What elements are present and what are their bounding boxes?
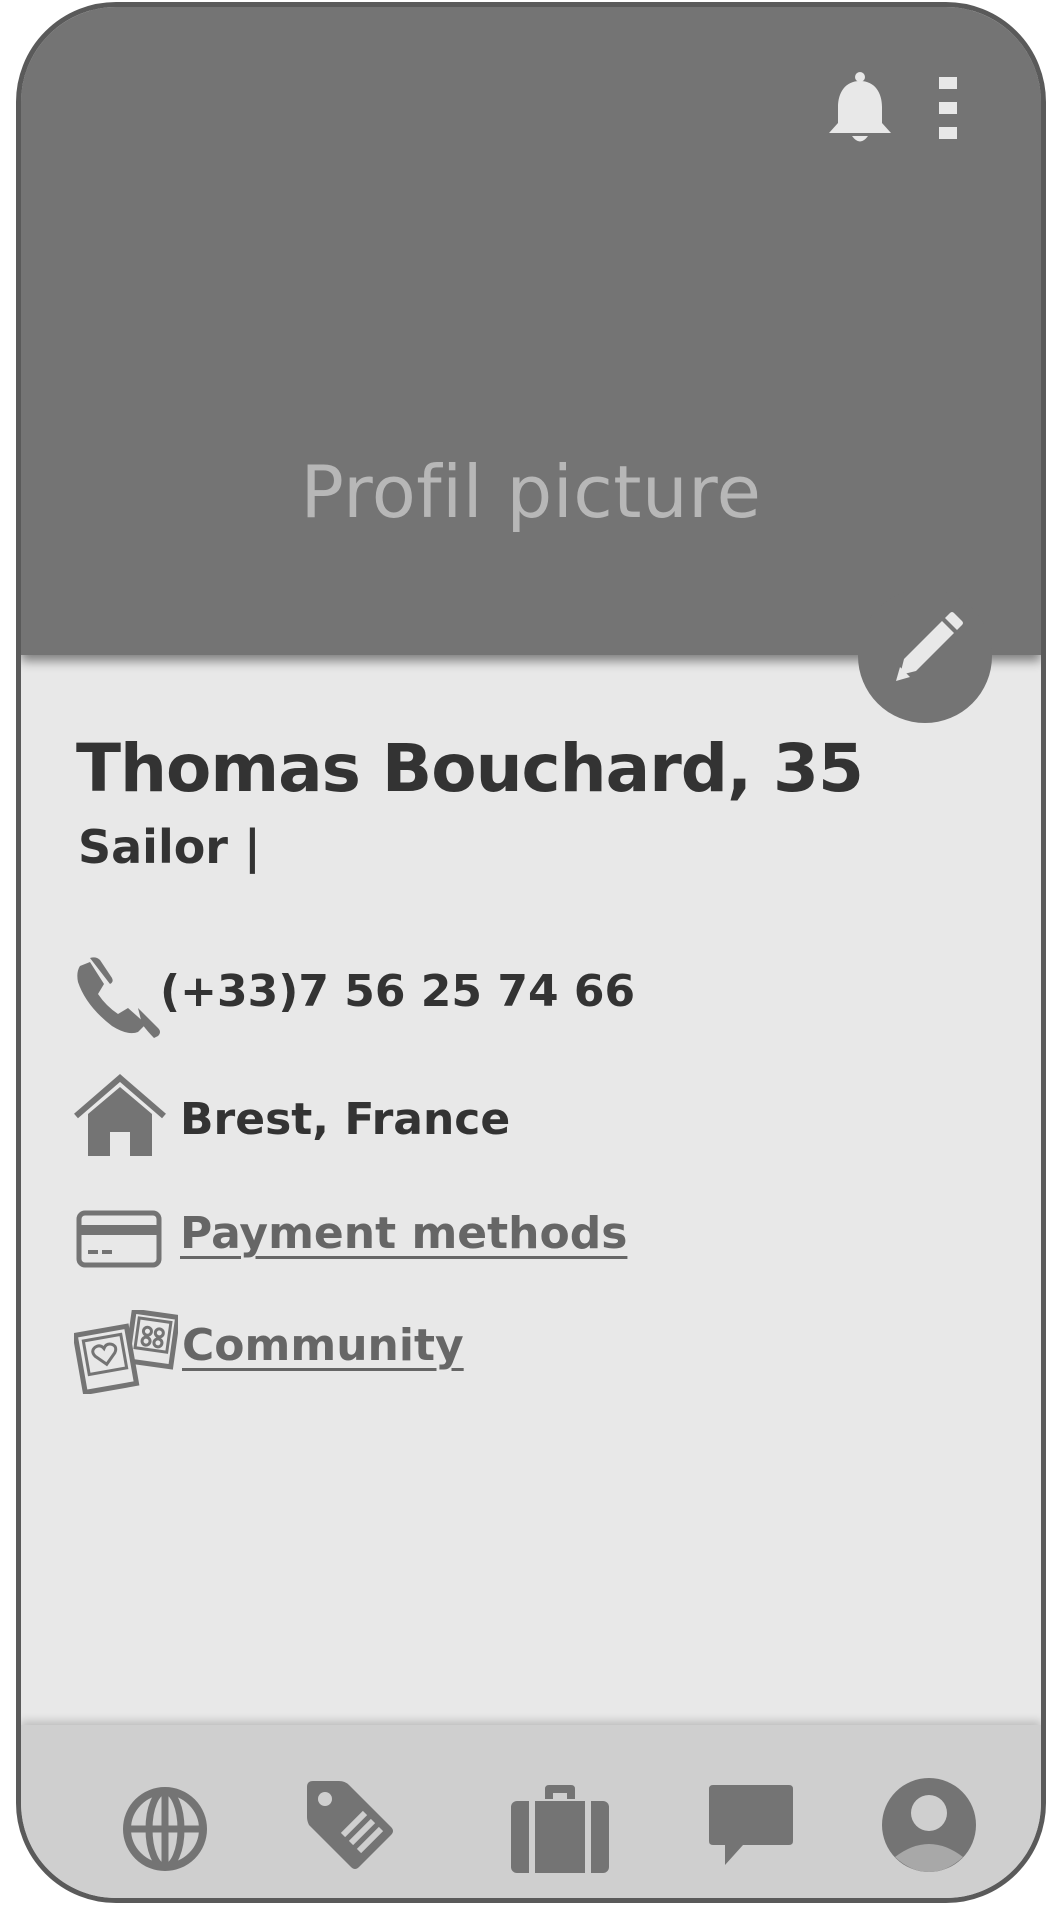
bell-icon[interactable]	[825, 71, 895, 145]
briefcase-icon[interactable]	[511, 1785, 609, 1873]
chat-icon[interactable]	[707, 1785, 795, 1867]
globe-icon[interactable]	[121, 1785, 209, 1873]
profile-name: Thomas Bouchard, 35	[76, 730, 864, 807]
profile-content	[21, 655, 1041, 1725]
profile-header: Profil picture	[21, 7, 1041, 655]
credit-card-icon	[76, 1210, 162, 1268]
location-text: Brest, France	[180, 1094, 511, 1145]
avatar-icon[interactable]	[881, 1777, 977, 1873]
tag-icon[interactable]	[303, 1777, 395, 1871]
edit-profile-button[interactable]	[858, 589, 992, 723]
pencil-icon	[896, 612, 963, 681]
profile-picture-placeholder[interactable]: Profil picture	[21, 450, 1041, 534]
profile-occupation[interactable]: Sailor |	[78, 820, 261, 874]
photos-icon	[74, 1310, 178, 1394]
phone-frame: Profil picture	[16, 2, 1046, 1903]
payment-methods-link[interactable]: Payment methods	[180, 1208, 627, 1259]
phone-number: (+33)7 56 25 74 66	[160, 966, 636, 1017]
kebab-menu-icon[interactable]	[935, 77, 961, 139]
bottom-navigation	[21, 1725, 1041, 1898]
phone-icon	[77, 957, 160, 1038]
community-link[interactable]: Community	[182, 1320, 464, 1371]
home-icon	[74, 1074, 166, 1156]
